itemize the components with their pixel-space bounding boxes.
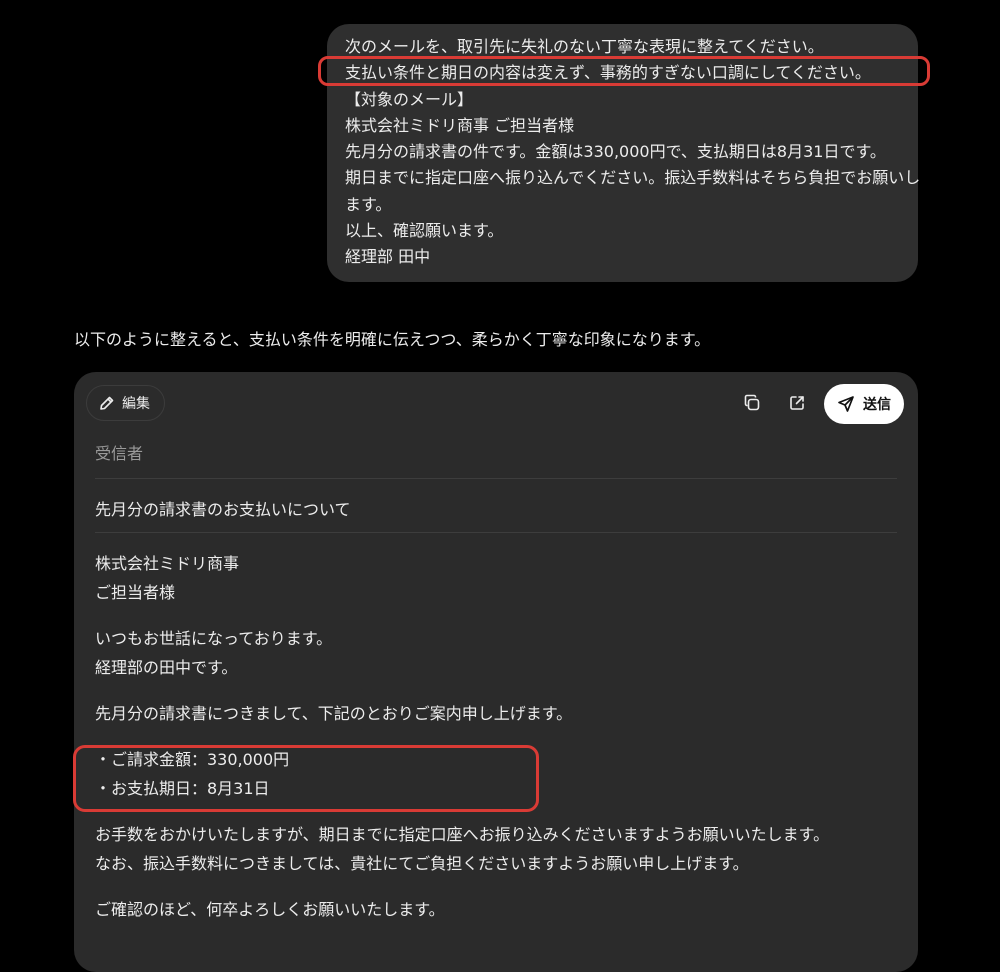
highlight-annotation-items: [73, 745, 539, 812]
email-greeting: 株式会社ミドリ商事 ご担当者様: [95, 550, 239, 607]
pencil-icon: [99, 395, 115, 411]
recipient-field[interactable]: 受信者: [95, 440, 143, 464]
user-message-line: 【対象のメール】: [345, 89, 474, 109]
email-request: お手数をおかけいたしますが、期日までに指定口座へお振り込みくださいますようお願い…: [95, 821, 829, 878]
email-closing: ご確認のほど、何卒よろしくお願いいたします。: [95, 900, 445, 919]
copy-icon[interactable]: [740, 391, 764, 415]
send-icon: [837, 395, 855, 413]
user-message-line: 経理部 田中: [345, 247, 431, 267]
email-greeting-line: 株式会社ミドリ商事: [95, 554, 240, 573]
divider: [95, 478, 897, 479]
email-greeting-line: ご担当者様: [95, 582, 176, 602]
user-message-line: 株式会社ミドリ商事 ご担当者様: [345, 115, 575, 135]
email-request-line: お手数をおかけいたしますが、期日までに指定口座へお振り込みくださいますようお願い…: [95, 825, 830, 844]
assistant-intro-text: 以下のように整えると、支払い条件を明確に伝えつつ、柔らかく丁寧な印象になります。: [74, 330, 711, 349]
edit-button-label: 編集: [122, 396, 150, 412]
user-message-line: 先月分の請求書の件です。金額は330,000円で、支払期日は8月31日です。: [345, 142, 886, 162]
divider: [95, 532, 897, 533]
edit-button[interactable]: 編集: [86, 385, 165, 421]
email-lead: 先月分の請求書につきまして、下記のとおりご案内申し上げます。: [95, 704, 573, 723]
highlight-annotation-condition: [318, 56, 930, 86]
send-button-label: 送信: [863, 397, 891, 413]
user-message-line: 期日までに指定口座へ振り込んでください。振込手数料はそちら負担でお願いし: [345, 168, 921, 188]
email-subject[interactable]: 先月分の請求書のお支払いについて: [95, 496, 351, 520]
email-request-line: なお、振込手数料につきましては、貴社にてご負担くださいますようお願い申し上げます…: [95, 853, 749, 873]
open-external-icon[interactable]: [785, 391, 809, 415]
user-message-line: ます。: [345, 194, 392, 214]
email-intro-line: 経理部の田中です。: [95, 657, 238, 677]
send-button[interactable]: 送信: [824, 384, 904, 424]
email-intro-line: いつもお世話になっております。: [95, 629, 333, 648]
email-intro: いつもお世話になっております。 経理部の田中です。: [95, 625, 332, 682]
user-message-line: 以上、確認願います。: [345, 221, 504, 241]
email-draft-card: 編集 送信 受信者 先月分の請求書のお支払いについて 株式会社ミドリ商事 ご担当…: [74, 372, 918, 972]
